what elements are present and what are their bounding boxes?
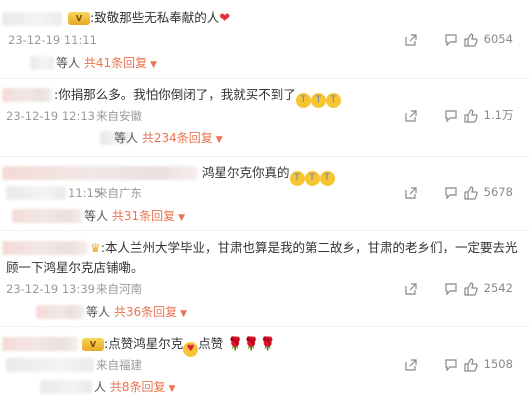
comment-icon [445, 33, 457, 46]
share-icon [405, 186, 417, 199]
comment-3: 鸿星尔克你真的 T T T 11:15 来自广东 5678 等人 共31条回复 ▼ [0, 158, 530, 228]
share-icon [405, 358, 417, 371]
crying-emoji-icon: T [325, 93, 341, 108]
comment-location: 来自河南 [96, 282, 142, 296]
comment-icon [445, 282, 457, 295]
share-button[interactable] [404, 356, 418, 372]
like-icon [464, 281, 478, 296]
crown-icon: ♛ [90, 241, 101, 255]
crying-emoji-icon: T [310, 93, 326, 108]
comment-location: 来自广东 [96, 186, 142, 200]
comment-icon [445, 109, 457, 122]
like-count: 6054 [483, 32, 513, 46]
view-replies-link[interactable]: 共234条回复 [142, 131, 213, 145]
vip-badge-icon: V [68, 12, 90, 25]
like-button[interactable]: 1508 [464, 356, 513, 372]
view-replies-link[interactable]: 共36条回复 [114, 305, 177, 319]
crying-emoji-icon: T [289, 171, 305, 186]
view-replies-link[interactable]: 共8条回复 [110, 380, 166, 394]
share-button[interactable] [404, 184, 418, 200]
replies-summary: 等人 共234条回复 ▼ [114, 131, 223, 145]
comment-icon [445, 358, 457, 371]
comment-text: V:致敬那些无私奉献的人❤ [68, 10, 230, 27]
comment-time: 23-12-19 13:39 [6, 282, 95, 296]
like-button[interactable]: 2542 [464, 280, 513, 296]
crying-emoji-icon: T [319, 171, 335, 186]
comment-button[interactable] [444, 107, 458, 123]
share-button[interactable] [404, 280, 418, 296]
blurred-date [6, 358, 94, 372]
replies-summary: 等人 共31条回复 ▼ [84, 209, 186, 223]
comment-button[interactable] [444, 184, 458, 200]
like-button[interactable]: 1.1万 [464, 107, 513, 123]
comment-4: ♛:本人兰州大学毕业，甘肃也算是我的第二故乡，甘肃的老乡们，一定要去光 顾一下鸿… [0, 232, 530, 324]
blurred-replier [12, 209, 82, 223]
like-icon [464, 185, 478, 200]
comment-time: 23-12-19 12:13 [6, 109, 95, 123]
chevron-down-icon: ▼ [180, 309, 188, 319]
kiss-emoji-icon: ♥ [183, 342, 199, 357]
rose-icon: 🌹 [259, 337, 276, 352]
like-icon [464, 108, 478, 123]
divider [0, 78, 530, 79]
comment-text: :你捐那么多。我怕你倒闭了，我就买不到了 T T T [54, 87, 341, 108]
share-button[interactable] [404, 31, 418, 47]
blurred-replier [36, 305, 84, 319]
rose-icon: 🌹 [227, 337, 244, 352]
like-button[interactable]: 6054 [464, 31, 513, 47]
replies-summary: 人 共8条回复 ▼ [94, 380, 176, 394]
blurred-username [2, 166, 198, 180]
comment-button[interactable] [444, 280, 458, 296]
comment-5: V:点赞鸿星尔克 ♥ 点赞 🌹🌹🌹 来自福建 1508 人 共8条回复 ▼ [0, 328, 530, 400]
comment-time: 23-12-19 11:11 [8, 33, 97, 47]
comment-text: 鸿星尔克你真的 T T T [202, 165, 335, 186]
like-button[interactable]: 5678 [464, 184, 513, 200]
crying-emoji-icon: T [295, 93, 311, 108]
divider [0, 230, 530, 231]
comment-text-line-2: 顾一下鸿星尔克店铺嘞。 [6, 260, 144, 275]
comment-location: 来自安徽 [96, 109, 142, 123]
share-icon [405, 282, 417, 295]
view-replies-link[interactable]: 共41条回复 [84, 56, 147, 70]
divider [0, 326, 530, 327]
like-count: 2542 [483, 281, 513, 295]
comment-button[interactable] [444, 31, 458, 47]
share-icon [405, 109, 417, 122]
divider [0, 156, 530, 157]
comment-text: V:点赞鸿星尔克 ♥ 点赞 🌹🌹🌹 [82, 336, 276, 357]
like-icon [464, 357, 478, 372]
blurred-date [6, 186, 66, 200]
crying-emoji-icon: T [304, 171, 320, 186]
chevron-down-icon: ▼ [150, 60, 158, 70]
blurred-username [2, 88, 52, 102]
blurred-replier [30, 56, 54, 70]
replies-summary: 等人 共36条回复 ▼ [86, 305, 188, 319]
view-replies-link[interactable]: 共31条回复 [112, 209, 175, 223]
comment-icon [445, 186, 457, 199]
heart-icon: ❤ [219, 11, 231, 26]
replies-summary: 等人 共41条回复 ▼ [56, 56, 158, 70]
like-count: 1508 [483, 357, 513, 371]
rose-icon: 🌹 [243, 337, 260, 352]
share-button[interactable] [404, 107, 418, 123]
like-icon [464, 32, 478, 47]
comment-text: ♛:本人兰州大学毕业，甘肃也算是我的第二故乡，甘肃的老乡们，一定要去光 [90, 240, 518, 255]
vip-badge-icon: V [82, 338, 104, 351]
blurred-username [2, 337, 78, 351]
chevron-down-icon: ▼ [215, 135, 223, 145]
like-count: 5678 [483, 185, 513, 199]
like-count: 1.1万 [483, 108, 514, 122]
chevron-down-icon: ▼ [178, 213, 186, 223]
share-icon [405, 33, 417, 46]
comment-2: :你捐那么多。我怕你倒闭了，我就买不到了 T T T 23-12-19 12:13 来… [0, 80, 530, 154]
blurred-username [2, 241, 88, 255]
comment-location: 来自福建 [96, 358, 142, 372]
chevron-down-icon: ▼ [168, 384, 176, 394]
blurred-replier [40, 380, 92, 394]
blurred-username [2, 12, 62, 26]
comment-1: V:致敬那些无私奉献的人❤ 23-12-19 11:11 6054 等人 共41… [0, 0, 530, 76]
comment-button[interactable] [444, 356, 458, 372]
